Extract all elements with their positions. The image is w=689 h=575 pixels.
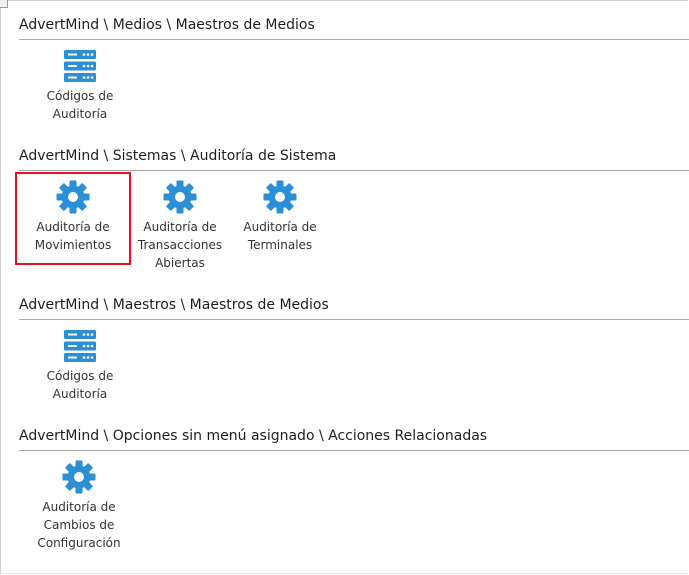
section-items: Auditoría de Movimientos Auditoría de Tr… xyxy=(15,171,689,291)
tile-label-line: Auditoría de xyxy=(243,220,317,234)
tile-label-line: Auditoría de xyxy=(36,220,110,234)
section-items: Auditoría de Cambios de Configuración xyxy=(19,451,689,571)
tile-label-line: Auditoría xyxy=(52,107,108,121)
section-opciones-sin-menu: AdvertMind \ Opciones sin menú asignado … xyxy=(19,427,689,571)
section-title: AdvertMind \ Medios \ Maestros de Medios xyxy=(19,16,689,40)
section-items: Códigos de Auditoría xyxy=(19,40,689,160)
gear-icon xyxy=(62,460,96,494)
tile-label-line: Auditoría de xyxy=(42,500,116,514)
database-icon xyxy=(64,330,96,362)
tile-label-line: Cambios de xyxy=(43,518,115,532)
section-maestros-maestros-de-medios: AdvertMind \ Maestros \ Maestros de Medi… xyxy=(19,296,689,440)
gear-icon xyxy=(56,180,90,214)
tile-label: Códigos de Auditoría xyxy=(30,87,130,123)
tile-auditoria-de-terminales[interactable]: Auditoría de Terminales xyxy=(230,174,330,254)
gear-icon xyxy=(263,180,297,214)
tile-label: Auditoría de Movimientos xyxy=(17,218,129,254)
tile-label: Auditoría de Transacciones Abiertas xyxy=(130,218,230,272)
tile-label-line: Movimientos xyxy=(34,238,112,252)
tile-codigos-de-auditoria[interactable]: Códigos de Auditoría xyxy=(30,40,130,123)
tile-label-line: Códigos de xyxy=(46,89,114,103)
tile-label: Auditoría de Terminales xyxy=(230,218,330,254)
tile-label-line: Códigos de xyxy=(46,369,114,383)
section-title: AdvertMind \ Sistemas \ Auditoría de Sis… xyxy=(19,147,689,171)
tile-label-line: Configuración xyxy=(37,536,121,550)
tile-label: Códigos de Auditoría xyxy=(30,367,130,403)
gear-icon xyxy=(163,180,197,214)
database-icon xyxy=(64,50,96,82)
corner-resize-mark xyxy=(0,0,8,8)
tile-auditoria-de-cambios-de-configuracion[interactable]: Auditoría de Cambios de Configuración xyxy=(29,454,129,552)
tile-label-line: Terminales xyxy=(247,238,313,252)
section-title: AdvertMind \ Opciones sin menú asignado … xyxy=(19,427,689,451)
tile-label-line: Abiertas xyxy=(155,256,205,270)
tile-codigos-de-auditoria[interactable]: Códigos de Auditoría xyxy=(30,320,130,403)
tile-auditoria-de-transacciones-abiertas[interactable]: Auditoría de Transacciones Abiertas xyxy=(130,174,230,272)
tile-label: Auditoría de Cambios de Configuración xyxy=(29,498,129,552)
tile-label-line: Auditoría de xyxy=(143,220,217,234)
section-medios-maestros: AdvertMind \ Medios \ Maestros de Medios… xyxy=(19,16,689,160)
tile-auditoria-de-movimientos[interactable]: Auditoría de Movimientos xyxy=(15,172,131,265)
tile-label-line: Auditoría xyxy=(52,387,108,401)
section-title: AdvertMind \ Maestros \ Maestros de Medi… xyxy=(19,296,689,320)
section-sistemas-auditoria: AdvertMind \ Sistemas \ Auditoría de Sis… xyxy=(15,147,689,291)
section-items: Códigos de Auditoría xyxy=(19,320,689,440)
tile-label-line: Transacciones xyxy=(137,238,223,252)
